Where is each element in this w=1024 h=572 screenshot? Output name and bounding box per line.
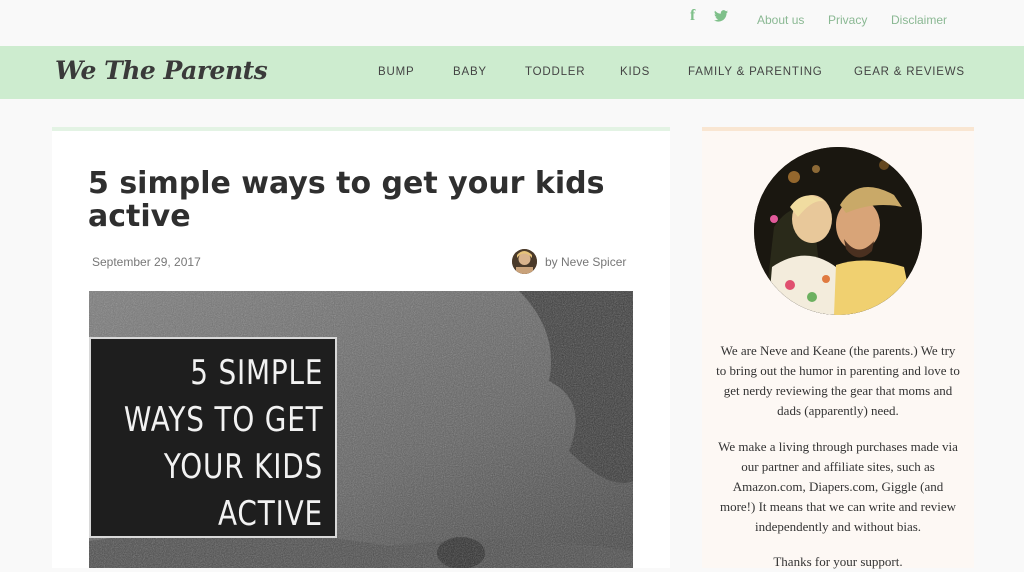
disclaimer-link[interactable]: Disclaimer <box>891 13 947 27</box>
article-title: 5 simple ways to get your kids active <box>88 166 605 234</box>
hero-line: WAYS TO GET <box>123 400 323 440</box>
nav-item-family-parenting[interactable]: FAMILY & PARENTING <box>688 66 823 78</box>
nav-item-toddler[interactable]: TODDLER <box>525 66 585 78</box>
article-date: September 29, 2017 <box>92 255 201 269</box>
top-utility-bar: f About us Privacy Disclaimer <box>0 0 1024 46</box>
hero-title-box: 5 SIMPLE WAYS TO GET YOUR KIDS ACTIVE <box>89 337 337 538</box>
about-paragraph: We are Neve and Keane (the parents.) We … <box>716 343 960 418</box>
hero-line: ACTIVE <box>218 494 323 534</box>
privacy-link[interactable]: Privacy <box>828 13 867 27</box>
about-us-link[interactable]: About us <box>757 13 804 27</box>
about-paragraph: Thanks for your support. <box>773 554 903 569</box>
site-logo[interactable]: We The Parents <box>55 56 268 85</box>
twitter-icon[interactable] <box>714 9 728 25</box>
profile-photo <box>754 147 922 315</box>
nav-item-bump[interactable]: BUMP <box>378 66 414 78</box>
sidebar-about: We are Neve and Keane (the parents.) We … <box>702 127 974 569</box>
author-avatar[interactable] <box>512 249 537 274</box>
facebook-icon[interactable]: f <box>690 7 695 25</box>
about-paragraph: We make a living through purchases made … <box>718 439 958 534</box>
nav-item-gear-reviews[interactable]: GEAR & REVIEWS <box>854 66 965 78</box>
article-card: 5 simple ways to get your kids active Se… <box>52 127 670 568</box>
article-byline[interactable]: by Neve Spicer <box>545 255 626 269</box>
hero-line: 5 SIMPLE <box>189 353 323 393</box>
nav-item-kids[interactable]: KIDS <box>620 66 650 78</box>
hero-line: YOUR KIDS <box>163 447 323 487</box>
hero-image: 5 SIMPLE WAYS TO GET YOUR KIDS ACTIVE <box>89 291 633 568</box>
nav-item-baby[interactable]: BABY <box>453 66 487 78</box>
main-nav: We The Parents BUMP BABY TODDLER KIDS FA… <box>0 46 1024 99</box>
